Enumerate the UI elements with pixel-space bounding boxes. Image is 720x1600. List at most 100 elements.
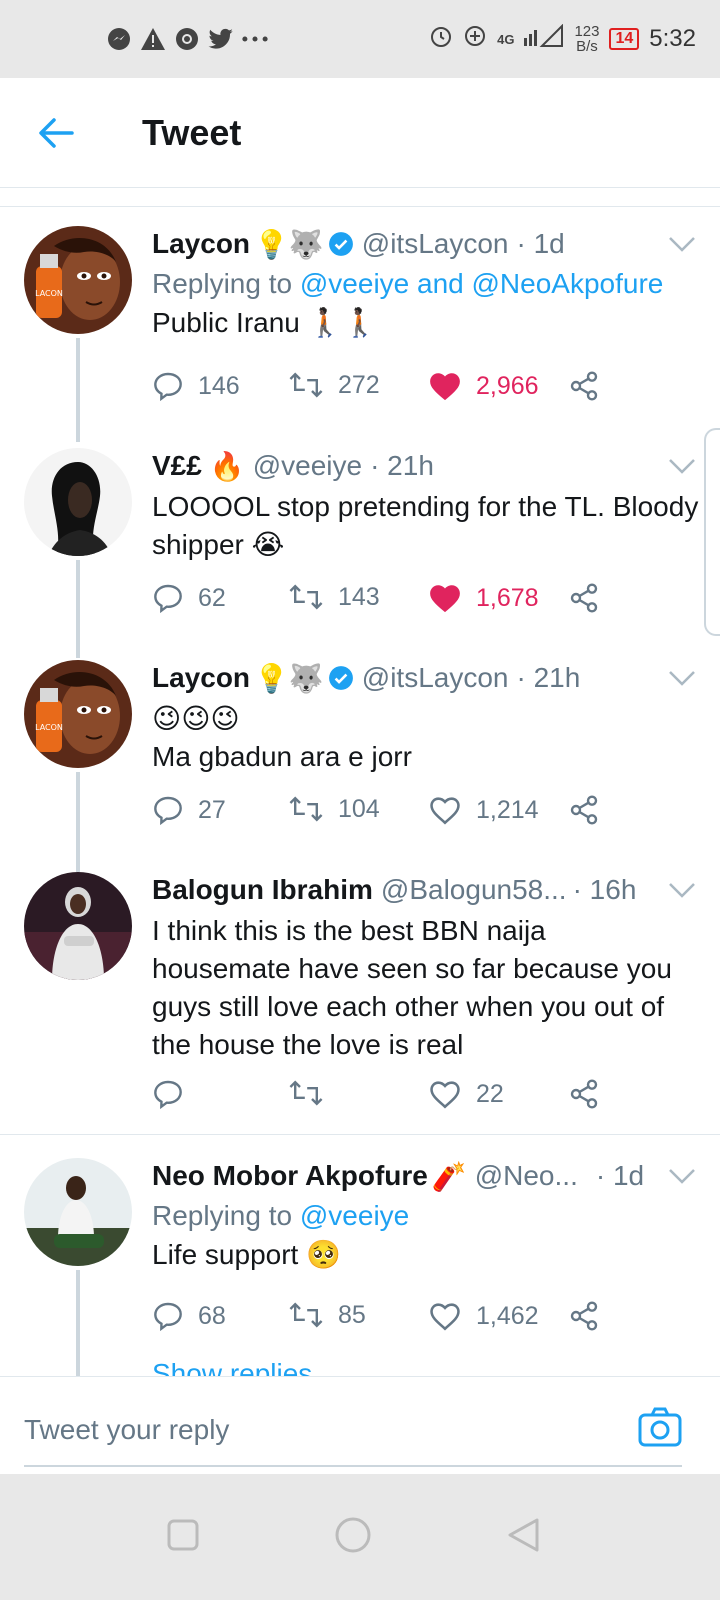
reply-button[interactable]: 68: [152, 1300, 226, 1332]
svg-text:LACON: LACON: [35, 723, 63, 732]
network-speed: 123 B/s: [574, 24, 599, 54]
author-name[interactable]: Laycon: [152, 662, 250, 694]
back-nav-button[interactable]: [498, 1510, 548, 1560]
author-handle[interactable]: @veeiye: [253, 450, 362, 482]
clock: 5:32: [649, 25, 696, 52]
tweet-laycon-1[interactable]: LACON Laycon 💡🐺 @itsLaycon · 1d Replying…: [0, 226, 720, 442]
like-button[interactable]: 1,462: [428, 1300, 539, 1332]
retweet-button[interactable]: 85: [288, 1300, 366, 1330]
author-name[interactable]: Balogun Ibrahim: [152, 874, 373, 906]
status-bar: 4G 123 B/s 14 5:32: [0, 0, 720, 78]
chevron-down-icon[interactable]: [668, 880, 696, 900]
retweet-icon: [289, 372, 323, 398]
reply-button[interactable]: 146: [152, 370, 240, 402]
share-button[interactable]: [568, 1300, 614, 1332]
retweet-icon: [289, 1302, 323, 1328]
tweet-header: Neo Mobor Akpofure 🧨 @Neo... · 1d: [152, 1158, 700, 1194]
header: Tweet: [0, 78, 720, 188]
heart-filled-icon: [430, 373, 460, 401]
circle-icon: [335, 1517, 371, 1553]
share-button[interactable]: [568, 370, 614, 402]
camera-icon[interactable]: [638, 1407, 682, 1447]
retweet-button[interactable]: 143: [288, 582, 380, 612]
reply-count: 27: [198, 795, 226, 824]
like-button[interactable]: 2,966: [428, 370, 539, 402]
recents-button[interactable]: [158, 1510, 208, 1560]
share-icon: [570, 1301, 598, 1331]
like-button[interactable]: 1,214: [428, 794, 539, 826]
reply-input[interactable]: Tweet your reply: [24, 1395, 682, 1467]
author-name[interactable]: Neo Mobor Akpofure: [152, 1160, 428, 1192]
chevron-down-icon[interactable]: [668, 456, 696, 476]
tweet-content: Laycon 💡🐺 @itsLaycon · 1d Replying to @v…: [152, 226, 700, 342]
retweet-button[interactable]: [288, 1078, 338, 1108]
author-name[interactable]: V££: [152, 450, 202, 482]
share-button[interactable]: [568, 794, 614, 826]
replying-links[interactable]: @veeiye: [300, 1200, 409, 1231]
reply-button[interactable]: [152, 1078, 198, 1110]
alarm-icon: [429, 24, 453, 54]
replying-to: Replying to @veeiye: [152, 1200, 700, 1232]
name-emoji: 💡🐺: [254, 228, 324, 260]
home-button[interactable]: [328, 1510, 378, 1560]
share-button[interactable]: [568, 1078, 614, 1110]
retweet-count: 272: [338, 370, 380, 399]
author-handle[interactable]: @itsLaycon: [362, 662, 509, 694]
data-saver-icon: [463, 24, 487, 54]
reply-icon: [154, 372, 182, 402]
reply-bar: Tweet your reply: [0, 1376, 720, 1474]
avatar[interactable]: LACON: [24, 226, 132, 334]
tweet-text: Public Iranu 🚶🏿🚶🏿: [152, 307, 378, 338]
reply-count: 146: [198, 371, 240, 400]
network-type: 4G: [497, 31, 515, 47]
tweet-time: · 1d: [516, 228, 565, 259]
tweet-balogun[interactable]: Balogun Ibrahim @Balogun58... · 16h I th…: [0, 872, 720, 1132]
heart-outline-icon: [430, 1303, 460, 1331]
heart-outline-icon: [430, 1081, 460, 1109]
name-emoji: 🧨: [431, 1160, 467, 1192]
reply-icon: [154, 584, 182, 614]
avatar[interactable]: LACON: [24, 660, 132, 768]
avatar[interactable]: [24, 1158, 132, 1266]
like-count: 2,966: [476, 371, 539, 400]
speed-unit: B/s: [576, 38, 598, 55]
verified-icon: [328, 231, 354, 257]
messenger-icon: [106, 26, 132, 52]
chevron-down-icon[interactable]: [668, 1166, 696, 1186]
share-icon: [570, 795, 598, 825]
reply-button[interactable]: 27: [152, 794, 226, 826]
tweet-header: V££ 🔥 @veeiye · 21h: [152, 448, 700, 484]
back-arrow-icon: [39, 117, 74, 148]
share-icon: [570, 583, 598, 613]
tweet-laycon-2[interactable]: LACON Laycon 💡🐺 @itsLaycon · 21h 😉😉😉 Ma …: [0, 660, 720, 872]
author-handle[interactable]: @Neo...: [475, 1160, 578, 1192]
retweet-icon: [289, 584, 323, 610]
reply-icon: [154, 1080, 182, 1110]
share-button[interactable]: [568, 582, 614, 614]
author-handle[interactable]: @Balogun58...: [381, 874, 567, 906]
avatar[interactable]: [24, 872, 132, 980]
tweet-text: Life support 🥺: [152, 1239, 341, 1270]
chevron-down-icon[interactable]: [668, 234, 696, 254]
retweet-button[interactable]: 272: [288, 370, 380, 400]
reply-button[interactable]: 62: [152, 582, 226, 614]
replying-links[interactable]: @veeiye and @NeoAkpofure: [300, 268, 664, 299]
show-replies-link[interactable]: Show replies: [152, 1358, 312, 1376]
avatar[interactable]: [24, 448, 132, 556]
edge-panel-handle[interactable]: [704, 428, 720, 636]
tweet-neo[interactable]: Neo Mobor Akpofure 🧨 @Neo... · 1d Replyi…: [0, 1158, 720, 1376]
like-button[interactable]: 1,678: [428, 582, 539, 614]
like-button[interactable]: 22: [428, 1078, 504, 1110]
tweet-veeiye[interactable]: V££ 🔥 @veeiye · 21h LOOOOL stop pretendi…: [0, 448, 720, 658]
back-button[interactable]: [26, 103, 86, 163]
retweet-button[interactable]: 104: [288, 794, 380, 824]
author-name[interactable]: Laycon: [152, 228, 250, 260]
tweet-content: Neo Mobor Akpofure 🧨 @Neo... · 1d Replyi…: [152, 1158, 700, 1274]
chevron-down-icon[interactable]: [668, 668, 696, 688]
share-icon: [570, 1079, 598, 1109]
like-count: 1,678: [476, 583, 539, 612]
verified-icon: [328, 665, 354, 691]
replying-label: Replying to: [152, 268, 293, 299]
reply-icon: [154, 1302, 182, 1332]
author-handle[interactable]: @itsLaycon: [362, 228, 509, 260]
